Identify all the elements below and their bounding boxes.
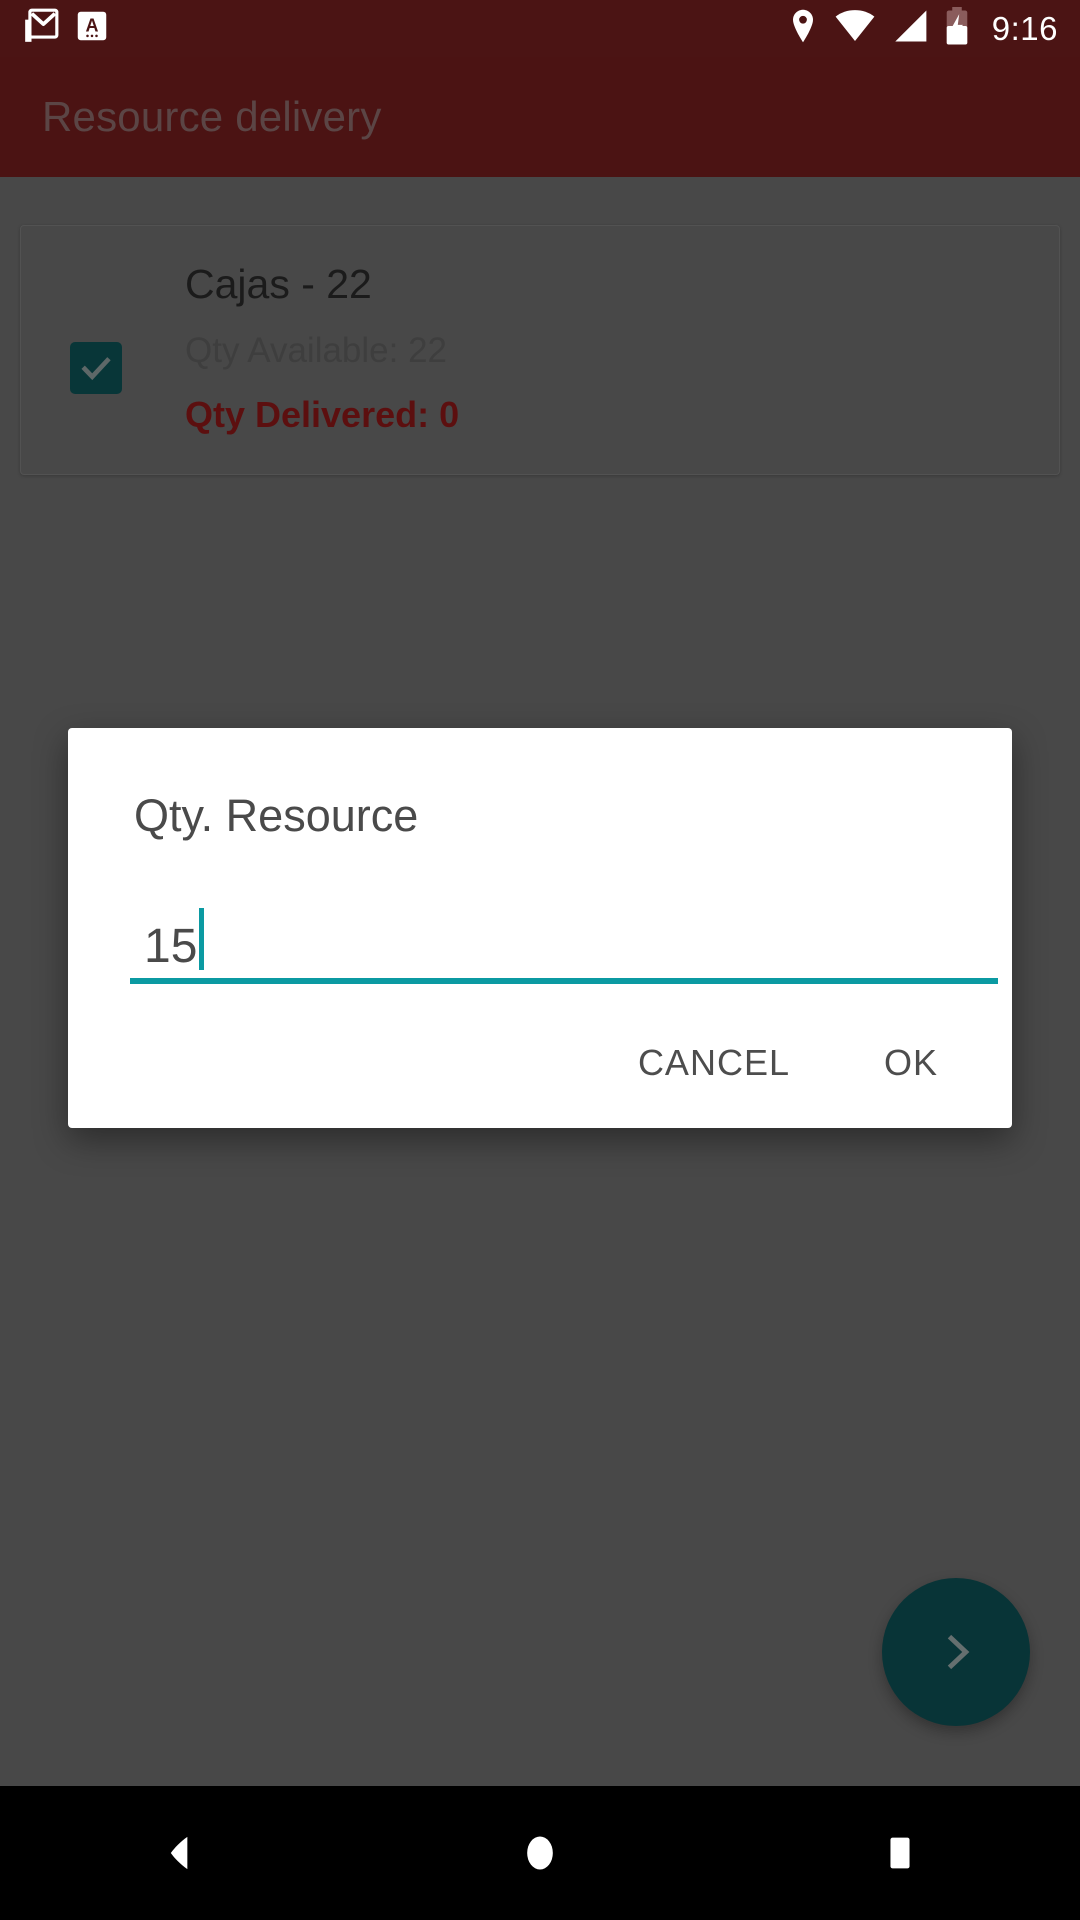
status-bar: A 9:16 [0, 0, 1080, 57]
phone-screen: A 9:16 Resource delivery Cajas - 22 Qty … [0, 0, 1080, 1920]
location-pin-icon [788, 8, 818, 49]
qty-input-row[interactable]: 15 [82, 893, 205, 973]
nav-back-button[interactable] [90, 1786, 270, 1920]
recents-square-icon [890, 1837, 910, 1869]
app-a-icon: A [74, 8, 110, 49]
status-bar-system-icons: 9:16 [788, 7, 1058, 50]
svg-text:A: A [86, 15, 99, 35]
qty-input-field[interactable]: 15 [82, 893, 998, 988]
text-caret [199, 908, 205, 970]
back-triangle-icon [170, 1836, 188, 1870]
dialog-action-row: CANCEL OK [68, 998, 1012, 1128]
cell-signal-icon [892, 9, 928, 48]
gmail-icon [22, 7, 60, 50]
nav-recents-button[interactable] [810, 1786, 990, 1920]
ok-button[interactable]: OK [866, 1028, 956, 1098]
qty-resource-dialog: Qty. Resource 15 CANCEL OK [68, 728, 1012, 1128]
status-bar-notifications: A [22, 7, 110, 50]
nav-home-button[interactable] [450, 1786, 630, 1920]
android-navigation-bar [0, 1786, 1080, 1920]
home-circle-icon [527, 1836, 553, 1870]
input-underline [130, 978, 998, 984]
dialog-title: Qty. Resource [134, 790, 419, 841]
wifi-icon [834, 9, 876, 48]
status-bar-clock: 9:16 [991, 9, 1058, 47]
qty-input-value: 15 [144, 920, 198, 973]
cancel-button[interactable]: CANCEL [620, 1028, 808, 1098]
battery-charging-icon [944, 7, 970, 50]
